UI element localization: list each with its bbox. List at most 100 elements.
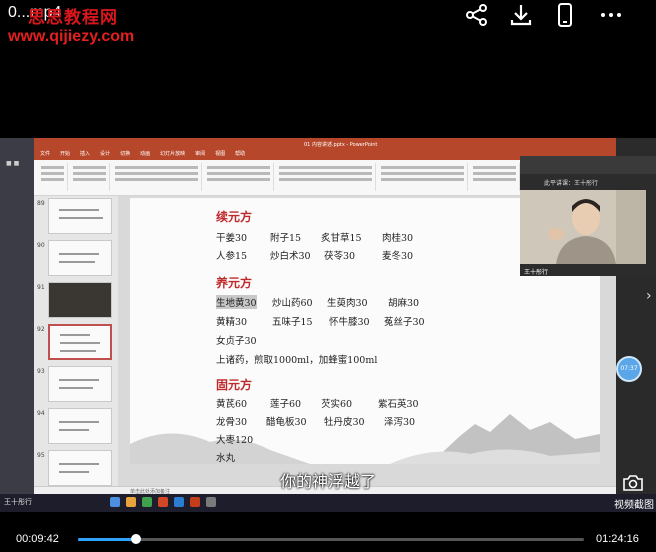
thumb-number: 89 bbox=[37, 200, 45, 207]
herb-item: 大枣120 bbox=[216, 435, 254, 446]
ppt-tab: 视图 bbox=[215, 151, 226, 157]
download-icon[interactable] bbox=[508, 2, 534, 28]
ppt-tab: 幻灯片放映 bbox=[160, 151, 186, 157]
herb-item: 五味子15 bbox=[272, 317, 313, 328]
progress-track[interactable] bbox=[78, 534, 584, 544]
herb-item: 炙甘草15 bbox=[321, 233, 362, 244]
right-desktop-strip bbox=[616, 278, 656, 494]
herb-item: 牡丹皮30 bbox=[324, 417, 365, 428]
herb-item: 菟丝子30 bbox=[384, 317, 425, 328]
ppt-tab: 开始 bbox=[60, 151, 71, 157]
thumb-number: 94 bbox=[37, 410, 45, 417]
herb-item: 胡麻30 bbox=[388, 298, 420, 309]
ribbon-group bbox=[112, 163, 202, 191]
share-icon[interactable] bbox=[464, 2, 490, 28]
herb-item: 怀牛膝30 bbox=[329, 317, 370, 328]
ribbon-group bbox=[276, 163, 376, 191]
slide-thumbnail[interactable] bbox=[48, 408, 112, 444]
duration: 01:24:16 bbox=[596, 533, 639, 545]
taskbar-app-icon[interactable] bbox=[110, 497, 120, 507]
windows-taskbar: 王十彤行 bbox=[0, 494, 656, 512]
taskbar-app-icon[interactable] bbox=[206, 497, 216, 507]
herb-item: 附子15 bbox=[270, 233, 302, 244]
ppt-window-title: 01 内容讲述.pptx - PowerPoint bbox=[304, 142, 378, 148]
ppt-tab: 切换 bbox=[120, 151, 131, 157]
participant-name: 王十彤行 bbox=[524, 269, 549, 276]
ppt-tab: 动画 bbox=[140, 151, 151, 157]
section-title: 固元方 bbox=[216, 378, 253, 392]
preparation-note: 上诸药，煎取1000ml，加蜂蜜100ml bbox=[216, 355, 378, 366]
ppt-tab: 设计 bbox=[100, 151, 111, 157]
ppt-tab: 审阅 bbox=[195, 151, 206, 157]
watermark-url: www.qijiezy.com bbox=[8, 28, 135, 45]
herb-item: 水丸 bbox=[216, 453, 236, 464]
ppt-tab: 帮助 bbox=[235, 151, 246, 157]
herb-item: 泽泻30 bbox=[384, 417, 416, 428]
taskbar-app-icon[interactable] bbox=[190, 497, 200, 507]
herb-item: 黄精30 bbox=[216, 317, 248, 328]
more-icon[interactable] bbox=[598, 2, 624, 28]
taskbar-app-icon[interactable] bbox=[126, 497, 136, 507]
section-title: 养元方 bbox=[216, 276, 253, 290]
herb-item: 人参15 bbox=[216, 251, 248, 262]
herb-item: 茯苓30 bbox=[324, 251, 356, 262]
taskbar-user: 王十彤行 bbox=[4, 498, 32, 506]
thumb-number: 91 bbox=[37, 284, 45, 291]
thumb-number: 95 bbox=[37, 452, 45, 459]
slide-thumbnail[interactable] bbox=[48, 240, 112, 276]
call-subtitle: 此平讲课：王十彤行 bbox=[544, 180, 599, 187]
herb-item: 紫石英30 bbox=[378, 399, 419, 410]
participant-video[interactable] bbox=[520, 190, 646, 264]
participant-figure bbox=[520, 190, 646, 264]
section-title: 续元方 bbox=[216, 210, 253, 224]
progress-knob[interactable] bbox=[131, 534, 142, 544]
herb-item: 炒山药60 bbox=[272, 298, 313, 309]
video-subtitle: 你的神浮越了 bbox=[279, 472, 376, 491]
ribbon-group bbox=[378, 163, 468, 191]
herb-item: 肉桂30 bbox=[382, 233, 414, 244]
slide-thumbnail-selected[interactable] bbox=[48, 324, 112, 360]
ribbon-group bbox=[38, 163, 68, 191]
slide-thumbnail[interactable] bbox=[48, 366, 112, 402]
herb-item: 麦冬30 bbox=[382, 251, 414, 262]
call-header bbox=[520, 156, 656, 174]
herb-item-highlighted: 生地黄30 bbox=[216, 295, 257, 309]
herb-item: 芡实60 bbox=[321, 399, 353, 410]
video-frame[interactable]: ■ ■ 01 内容讲述.pptx - PowerPoint 文件 开始 插入 设… bbox=[0, 138, 656, 512]
slide-thumbnail[interactable] bbox=[48, 198, 112, 234]
watermark-name: 思思教程网 bbox=[28, 8, 118, 28]
video-call-panel: 此平讲课：王十彤行 王十彤行 bbox=[520, 156, 656, 276]
herb-item: 干姜30 bbox=[216, 233, 248, 244]
timer-badge[interactable]: 07:37 bbox=[616, 356, 642, 382]
herb-item: 炒白术30 bbox=[270, 251, 311, 262]
chevron-right-icon[interactable]: › bbox=[646, 288, 652, 304]
herb-item: 生萸肉30 bbox=[327, 298, 368, 309]
ribbon-group bbox=[470, 163, 520, 191]
screenshot-label: 视频截图 bbox=[614, 500, 654, 511]
slide-thumbnail-panel: 89 90 91 92 93 94 95 bbox=[34, 196, 118, 486]
camera-icon bbox=[623, 475, 643, 491]
video-screenshot-button[interactable]: 视频截图 bbox=[612, 470, 656, 514]
top-bar: 0...mp4 思思教程网 www.qijiezy.com bbox=[0, 0, 656, 56]
progress-fill bbox=[78, 538, 137, 541]
thumb-number: 93 bbox=[37, 368, 45, 375]
taskbar-app-icon[interactable] bbox=[142, 497, 152, 507]
taskbar-app-icon[interactable] bbox=[158, 497, 168, 507]
phone-icon[interactable] bbox=[552, 2, 578, 28]
current-time: 00:09:42 bbox=[16, 533, 59, 545]
slide-thumbnail[interactable] bbox=[48, 282, 112, 318]
ribbon-group bbox=[204, 163, 274, 191]
thumb-number: 90 bbox=[37, 242, 45, 249]
desktop-left-strip: ■ ■ bbox=[0, 138, 34, 512]
mountain-backdrop bbox=[130, 414, 600, 464]
ribbon-group bbox=[70, 163, 110, 191]
herb-item: 黄芪60 bbox=[216, 399, 248, 410]
taskbar-app-icon[interactable] bbox=[174, 497, 184, 507]
herb-item: 龙骨30 bbox=[216, 417, 248, 428]
thumb-number: 92 bbox=[37, 326, 45, 333]
herb-item: 莲子60 bbox=[270, 399, 302, 410]
herb-item: 女贞子30 bbox=[216, 336, 257, 347]
ppt-tab: 插入 bbox=[80, 151, 91, 157]
desktop-icon: ■ ■ bbox=[6, 160, 20, 167]
playback-controls: 00:09:42 01:24:16 bbox=[0, 522, 656, 552]
